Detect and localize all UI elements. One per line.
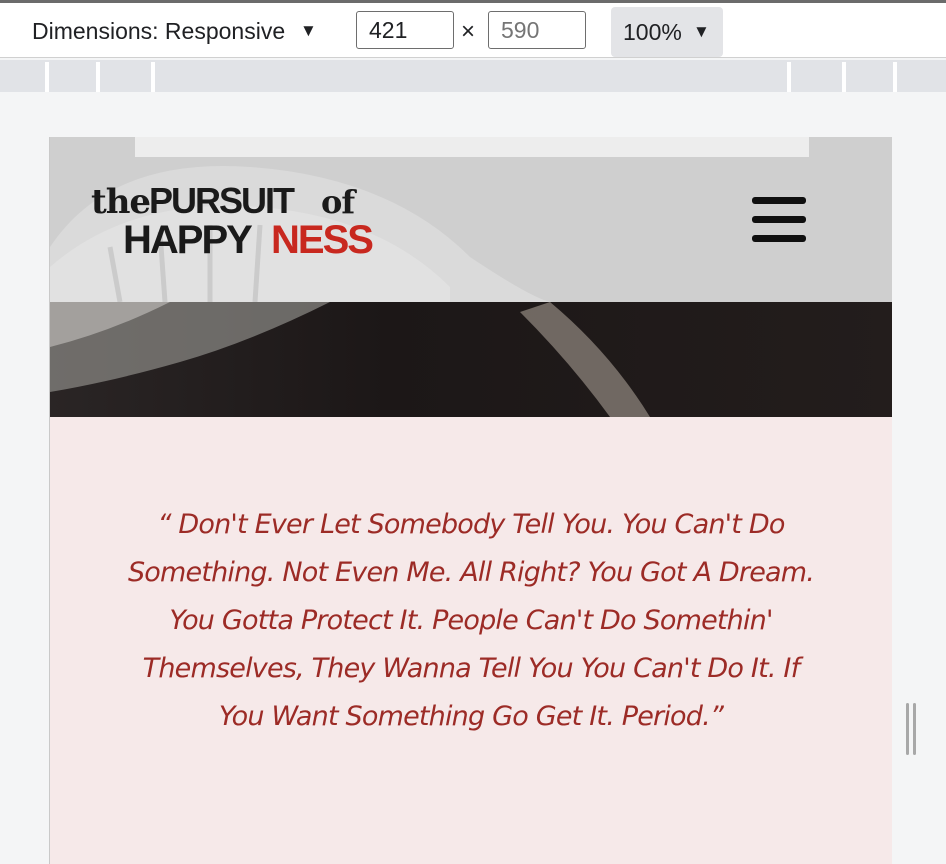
media-query-marker[interactable] xyxy=(787,62,791,92)
media-query-marker[interactable] xyxy=(151,62,155,92)
svg-text:of: of xyxy=(321,183,357,221)
media-query-bar[interactable] xyxy=(0,60,946,92)
media-query-marker[interactable] xyxy=(45,62,49,92)
media-query-marker[interactable] xyxy=(893,62,897,92)
dimensions-dropdown[interactable]: Dimensions: Responsive xyxy=(32,18,285,45)
height-input[interactable] xyxy=(488,11,586,49)
zoom-label: 100% xyxy=(623,19,682,45)
page-viewport: the PURSUIT of HAPPY NESS “ Don't Ever L… xyxy=(49,137,893,864)
media-query-marker[interactable] xyxy=(96,62,100,92)
viewport-right-gutter xyxy=(892,137,946,864)
svg-text:the: the xyxy=(91,182,150,222)
times-symbol: × xyxy=(461,18,476,45)
media-query-marker[interactable] xyxy=(842,62,846,92)
movie-quote: “ Don't Ever Let Somebody Tell You. You … xyxy=(127,509,815,732)
svg-text:PURSUIT: PURSUIT xyxy=(149,180,295,221)
hamburger-menu-icon[interactable] xyxy=(752,196,806,244)
zoom-caret-down-icon: ▼ xyxy=(693,22,710,41)
resize-handle-icon[interactable] xyxy=(906,703,918,755)
pursuit-of-happyness-logo[interactable]: the PURSUIT of HAPPY NESS xyxy=(91,177,411,257)
devtools-device-toolbar: Dimensions: Responsive ▼ × 100% ▼ xyxy=(0,0,946,58)
hero-image: the PURSUIT of HAPPY NESS xyxy=(50,137,893,417)
width-input[interactable] xyxy=(356,11,454,49)
dimensions-caret-down-icon[interactable]: ▼ xyxy=(300,21,317,41)
svg-text:NESS: NESS xyxy=(271,218,373,257)
svg-text:HAPPY: HAPPY xyxy=(123,218,253,257)
hero-dark-band xyxy=(50,302,893,417)
zoom-dropdown[interactable]: 100% ▼ xyxy=(611,7,723,57)
